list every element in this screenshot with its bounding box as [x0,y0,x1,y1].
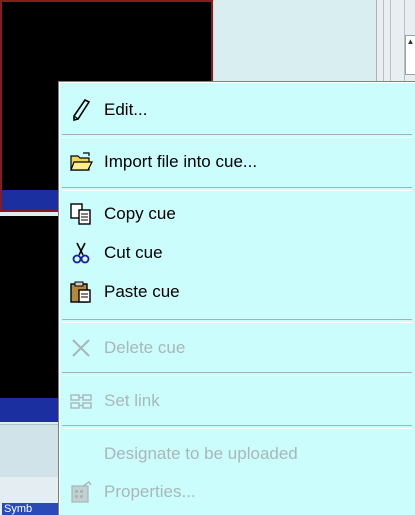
menu-item-edit[interactable]: Edit... [62,94,412,126]
cue-tile[interactable] [0,216,62,422]
scroll-up-button[interactable]: ▲ [405,35,415,75]
menu-separator [62,319,412,323]
menu-item-paste-cue[interactable]: Paste cue [62,276,412,308]
open-folder-icon [68,149,94,175]
tab-strip: Symb [0,477,62,515]
menu-item-label: Edit... [104,100,148,119]
context-menu: Edit... Import file into cue... Copy cue… [58,81,415,515]
scissors-icon [68,240,94,266]
menu-item-label: Copy cue [104,204,176,223]
menu-item-import-file[interactable]: Import file into cue... [62,146,412,178]
menu-separator [62,134,412,138]
link-icon [68,388,94,414]
properties-icon [68,479,94,505]
menu-item-label: Paste cue [104,282,180,301]
delete-x-icon [68,335,94,361]
menu-item-label: Set link [104,391,160,410]
menu-separator [62,372,412,376]
menu-item-label: Designate to be uploaded [104,444,298,463]
screen: Symb ▲ Edit... Import file into cue... C… [0,0,415,515]
menu-item-label: Delete cue [104,338,186,357]
menu-item-delete-cue[interactable]: Delete cue [62,332,412,364]
tab-symbols[interactable]: Symb [2,503,60,515]
up-arrow-icon: ▲ [406,37,415,46]
menu-separator [62,187,412,191]
paste-icon [68,279,94,305]
copy-icon [68,201,94,227]
menu-item-copy-cue[interactable]: Copy cue [62,198,412,230]
menu-item-set-link[interactable]: Set link [62,385,412,417]
menu-separator [62,425,412,429]
menu-item-designate-upload[interactable]: Designate to be uploaded [62,438,412,470]
cue-tile-title-bar [0,398,62,422]
menu-item-label: Properties... [104,482,196,501]
menu-item-label: Cut cue [104,243,163,262]
panel-strip [0,424,62,478]
menu-item-label: Import file into cue... [104,152,258,171]
menu-item-properties[interactable]: Properties... [62,476,412,508]
pencil-icon [68,97,94,123]
menu-item-cut-cue[interactable]: Cut cue [62,237,412,269]
